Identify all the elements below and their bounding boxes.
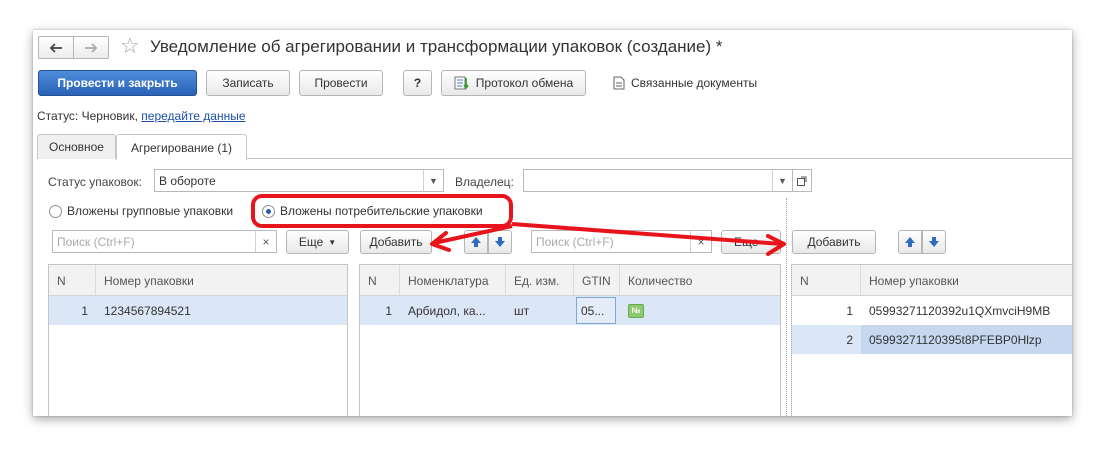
table-header: N Номер упаковки	[49, 265, 347, 296]
right-add-button[interactable]: Добавить	[792, 230, 876, 254]
nomenclature-cell: Арбидол, ка...	[408, 303, 486, 318]
left-search-input[interactable]: Поиск (Ctrl+F)	[52, 230, 256, 253]
column-header[interactable]: Номер упаковки	[96, 265, 347, 296]
tab-aggregation[interactable]: Агрегирование (1)	[116, 134, 247, 160]
favorite-star-icon[interactable]: ☆	[120, 34, 140, 58]
middle-search-clear-button[interactable]: ×	[690, 230, 712, 253]
column-header[interactable]: GTIN	[574, 265, 620, 296]
radio-consumer-packages[interactable]: Вложены потребительские упаковки	[262, 204, 483, 218]
table-row[interactable]: 2 05993271120395t8PFEBP0Hlzp	[792, 325, 1072, 354]
radio-group-packages-label: Вложены групповые упаковки	[67, 204, 234, 218]
gtin-cell[interactable]: 05...	[576, 297, 616, 324]
radio-consumer-packages-label: Вложены потребительские упаковки	[280, 204, 483, 218]
right-move-up-button[interactable]	[898, 230, 922, 254]
arrow-left-icon	[49, 42, 62, 53]
middle-move-down-button[interactable]	[488, 230, 512, 254]
column-header[interactable]: Номер упаковки	[861, 265, 1072, 296]
owner-field[interactable]	[523, 169, 773, 192]
package-number: 1234567894521	[104, 303, 191, 318]
close-icon: ×	[262, 234, 270, 249]
chevron-down-icon: ▼	[778, 175, 787, 186]
forward-button[interactable]	[73, 36, 109, 59]
related-documents-label: Связанные документы	[631, 76, 758, 90]
document-icon	[613, 76, 625, 90]
radio-group-packages[interactable]: Вложены групповые упаковки	[49, 204, 233, 218]
row-number: 1	[81, 303, 88, 318]
chevron-down-icon: ▼	[328, 237, 337, 247]
quantity-number-icon: №	[628, 303, 644, 318]
column-header[interactable]: Количество	[620, 265, 780, 296]
row-number: 1	[385, 303, 392, 318]
exchange-log-icon	[454, 76, 469, 90]
left-search-clear-button[interactable]: ×	[255, 230, 277, 253]
column-header[interactable]: N	[792, 265, 861, 296]
tab-main[interactable]: Основное	[37, 134, 116, 159]
status-value: Черновик,	[81, 109, 138, 123]
radio-circle-selected	[262, 204, 275, 218]
table-header: N Номер упаковки	[792, 265, 1072, 296]
back-button[interactable]	[38, 36, 74, 59]
arrow-down-icon	[929, 237, 939, 247]
middle-nomenclature-table[interactable]: N Номенклатура Ед. изм. GTIN Количество …	[359, 264, 781, 416]
table-row[interactable]: 1 1234567894521	[49, 296, 347, 325]
document-status: Статус: Черновик, передайте данные	[37, 109, 246, 123]
right-move-down-button[interactable]	[922, 230, 946, 254]
arrow-up-icon	[905, 237, 915, 247]
left-more-label: Еще	[298, 235, 324, 249]
open-form-icon	[797, 176, 807, 186]
pack-status-value: В обороте	[159, 173, 216, 188]
owner-label: Владелец:	[455, 175, 514, 189]
pack-status-label: Статус упаковок:	[48, 175, 142, 189]
right-packages-table[interactable]: N Номер упаковки 1 05993271120392u1QXmvc…	[791, 264, 1072, 416]
arrow-up-icon	[471, 237, 481, 247]
middle-more-button[interactable]: Еще	[721, 230, 781, 254]
arrow-right-icon	[85, 42, 98, 53]
column-header[interactable]: Ед. изм.	[506, 265, 574, 296]
table-header: N Номенклатура Ед. изм. GTIN Количество	[360, 265, 780, 296]
unit-cell: шт	[514, 303, 530, 318]
pack-status-dropdown-button[interactable]: ▼	[423, 169, 444, 192]
table-row[interactable]: 1 Арбидол, ка... шт 05... №	[360, 296, 780, 325]
column-header[interactable]: N	[49, 265, 96, 296]
status-label: Статус:	[37, 109, 79, 123]
row-number: 1	[846, 303, 853, 318]
package-number: 05993271120392u1QXmvciH9MB	[869, 303, 1051, 318]
quantity-cell[interactable]: №	[628, 296, 728, 325]
related-documents-button[interactable]: Связанные документы	[613, 76, 757, 90]
middle-search-input[interactable]: Поиск (Ctrl+F)	[531, 230, 691, 253]
column-header[interactable]: N	[360, 265, 400, 296]
column-header[interactable]: Номенклатура	[400, 265, 506, 296]
radio-circle	[49, 204, 62, 218]
chevron-down-icon: ▼	[429, 175, 438, 186]
post-button[interactable]: Провести	[299, 70, 383, 96]
help-button[interactable]: ?	[403, 70, 432, 96]
document-window: ☆ Уведомление об агрегировании и трансфо…	[33, 30, 1072, 416]
left-more-button[interactable]: Еще ▼	[286, 230, 349, 254]
arrow-down-icon	[495, 237, 505, 247]
window-title: Уведомление об агрегировании и трансформ…	[150, 37, 723, 56]
close-icon: ×	[697, 234, 705, 249]
post-and-close-button[interactable]: Провести и закрыть	[38, 70, 197, 96]
panel-separator	[786, 198, 787, 416]
row-number: 2	[792, 325, 861, 354]
exchange-log-label: Протокол обмена	[475, 76, 574, 90]
middle-move-up-button[interactable]	[464, 230, 488, 254]
save-button[interactable]: Записать	[206, 70, 290, 96]
pack-status-field[interactable]: В обороте	[154, 169, 424, 192]
table-row[interactable]: 1 05993271120392u1QXmvciH9MB	[792, 296, 1072, 325]
left-packages-table[interactable]: N Номер упаковки 1 1234567894521	[48, 264, 348, 416]
left-search-placeholder: Поиск (Ctrl+F)	[57, 234, 135, 249]
owner-dropdown-button[interactable]: ▼	[772, 169, 793, 192]
transfer-data-link[interactable]: передайте данные	[141, 109, 245, 123]
exchange-log-button[interactable]: Протокол обмена	[441, 70, 586, 96]
owner-open-button[interactable]	[792, 169, 812, 192]
package-number: 05993271120395t8PFEBP0Hlzp	[861, 325, 1072, 354]
middle-add-button[interactable]: Добавить	[360, 230, 432, 254]
middle-more-label: Еще	[734, 235, 759, 249]
middle-search-placeholder: Поиск (Ctrl+F)	[536, 234, 614, 249]
